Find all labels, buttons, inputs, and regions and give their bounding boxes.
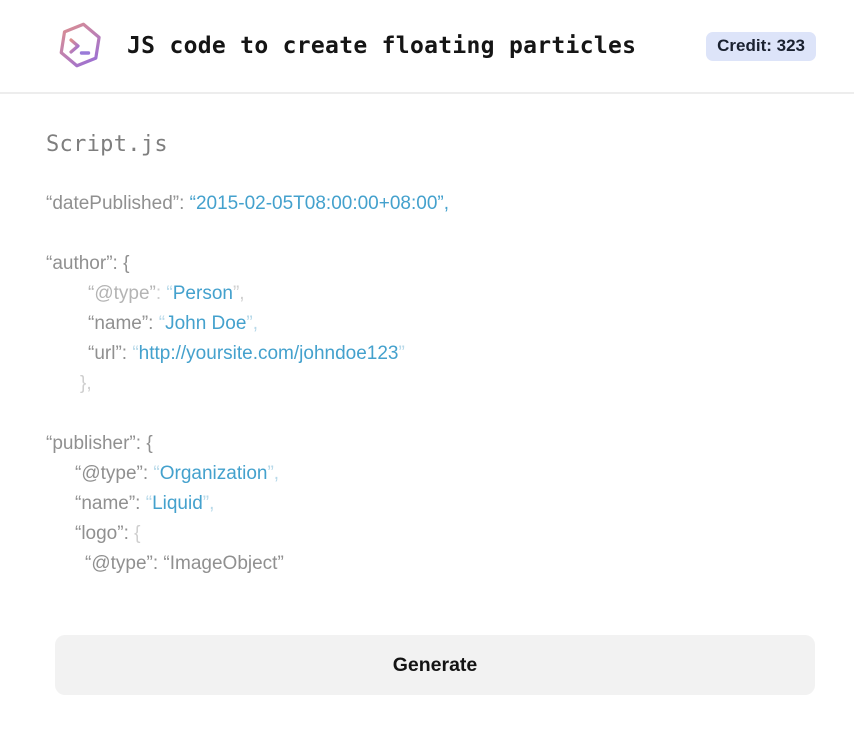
code-token: “@type”: <box>75 463 154 484</box>
code-block: “datePublished”: “2015-02-05T08:00:00+08… <box>46 189 808 579</box>
code-token: ” <box>398 343 405 364</box>
code-line: “logo”: { <box>46 519 808 549</box>
code-line: “publisher”: { <box>46 429 808 459</box>
code-line: “name”: “John Doe”, <box>46 309 808 339</box>
code-token: “name”: <box>75 493 146 514</box>
generate-button[interactable]: Generate <box>55 635 815 695</box>
code-token: “author”: { <box>46 253 130 274</box>
code-token: { <box>134 523 141 544</box>
credit-badge: Credit: 323 <box>706 31 816 61</box>
terminal-logo-icon <box>55 19 105 73</box>
code-token: “logo”: <box>75 523 135 544</box>
code-token: Person <box>172 283 233 304</box>
filename-heading: Script.js <box>46 132 168 157</box>
code-token: “@type”: “ImageObject” <box>85 553 284 574</box>
code-line: “name”: “Liquid”, <box>46 489 808 519</box>
code-token: “2015-02-05T08:00:00+08:00”, <box>189 193 449 214</box>
code-token: “url”: <box>88 343 133 364</box>
code-token: }, <box>80 373 92 394</box>
code-token: Organization <box>159 463 268 484</box>
code-token: “@type” <box>88 283 156 304</box>
code-line: “url”: “http://yoursite.com/johndoe123” <box>46 339 808 369</box>
terminal-hexagon-svg <box>59 22 101 68</box>
code-token: ”, <box>232 283 245 304</box>
code-line: “@type”: “Organization”, <box>46 459 808 489</box>
code-line: “datePublished”: “2015-02-05T08:00:00+08… <box>46 189 808 219</box>
code-token: John Doe <box>165 313 247 334</box>
code-token: : <box>155 283 167 304</box>
code-line: “author”: { <box>46 249 808 279</box>
code-token: “datePublished”: <box>46 193 190 214</box>
code-line: “@type”: “ImageObject” <box>46 549 808 579</box>
footer: Generate <box>0 635 854 695</box>
code-token: “publisher”: { <box>46 433 153 454</box>
code-token: “name”: <box>88 313 159 334</box>
code-line: “@type”: “Person”, <box>46 279 808 309</box>
app-header: JS code to create floating particles Cre… <box>0 0 854 94</box>
code-token: Liquid <box>152 493 203 514</box>
main-content: Script.js “datePublished”: “2015-02-05T0… <box>0 94 854 579</box>
code-line: }, <box>46 369 808 399</box>
code-token: ”, <box>246 313 259 334</box>
page-title: JS code to create floating particles <box>127 33 637 59</box>
code-token: http://yoursite.com/johndoe123 <box>138 343 399 364</box>
code-token: ”, <box>267 463 280 484</box>
code-token: ”, <box>202 493 215 514</box>
